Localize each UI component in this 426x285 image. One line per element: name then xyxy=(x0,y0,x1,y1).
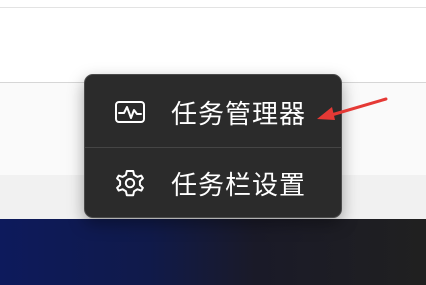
menu-item-taskbar-settings[interactable]: 任务栏设置 xyxy=(85,148,341,218)
gear-icon xyxy=(113,166,147,200)
menu-item-label: 任务管理器 xyxy=(171,99,307,130)
menu-item-label: 任务栏设置 xyxy=(171,170,307,201)
activity-monitor-icon xyxy=(113,95,147,129)
taskbar[interactable] xyxy=(0,219,426,285)
taskbar-context-menu: 任务管理器 任务栏设置 xyxy=(84,74,342,218)
divider xyxy=(0,7,426,8)
menu-item-task-manager[interactable]: 任务管理器 xyxy=(85,77,341,147)
annotation-arrow xyxy=(317,97,388,120)
